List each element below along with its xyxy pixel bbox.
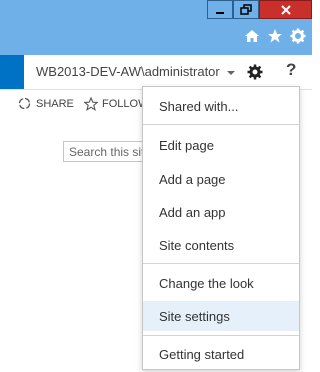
home-icon[interactable] (244, 28, 260, 44)
menu-item-shared-with[interactable]: Shared with... (143, 91, 299, 121)
menu-divider (143, 263, 299, 264)
follow-button[interactable]: FOLLOW (84, 97, 148, 111)
brand-strip (0, 55, 24, 89)
menu-item-site-settings[interactable]: Site settings (143, 301, 299, 331)
restore-button[interactable] (233, 0, 259, 19)
menu-item-label: Change the look (159, 275, 254, 291)
menu-item-change-the-look[interactable]: Change the look (143, 268, 299, 298)
menu-item-add-a-page[interactable]: Add a page (143, 164, 299, 194)
close-icon (280, 4, 291, 15)
chevron-down-icon (227, 70, 236, 75)
menu-item-label: Shared with... (159, 98, 239, 114)
menu-divider (143, 335, 299, 336)
star-icon[interactable] (267, 28, 283, 44)
menu-item-getting-started[interactable]: Getting started (143, 339, 299, 369)
menu-item-label: Edit page (159, 137, 214, 153)
search-placeholder: Search this site (69, 145, 152, 159)
minimize-icon (216, 11, 224, 14)
close-button[interactable] (259, 0, 312, 19)
share-label: SHARE (36, 97, 74, 110)
menu-item-label: Add a page (159, 171, 226, 187)
share-button[interactable]: SHARE (18, 97, 74, 110)
restore-icon (240, 3, 252, 15)
share-icon (18, 97, 31, 110)
menu-item-add-an-app[interactable]: Add an app (143, 197, 299, 227)
gear-icon[interactable] (290, 28, 306, 44)
star-outline-icon (84, 97, 98, 111)
user-name: WB2013-DEV-AW\administrator (36, 64, 220, 79)
menu-item-label: Site settings (159, 308, 230, 324)
menu-item-label: Getting started (159, 346, 245, 362)
menu-item-label: Add an app (159, 204, 226, 220)
window-title-bar (0, 0, 312, 55)
settings-menu: Shared with... Edit page Add a page Add … (142, 86, 300, 370)
browser-toolbar (244, 28, 306, 44)
user-menu[interactable]: WB2013-DEV-AW\administrator (36, 64, 236, 79)
suite-bar: WB2013-DEV-AW\administrator ? (0, 55, 312, 90)
menu-item-site-contents[interactable]: Site contents (143, 230, 299, 260)
menu-item-label: Site contents (159, 237, 235, 253)
menu-divider (143, 124, 299, 125)
minimize-button[interactable] (207, 0, 233, 19)
menu-item-edit-page[interactable]: Edit page (143, 130, 299, 160)
settings-button[interactable] (245, 62, 265, 82)
gear-icon (247, 64, 263, 80)
help-button[interactable]: ? (286, 60, 296, 80)
